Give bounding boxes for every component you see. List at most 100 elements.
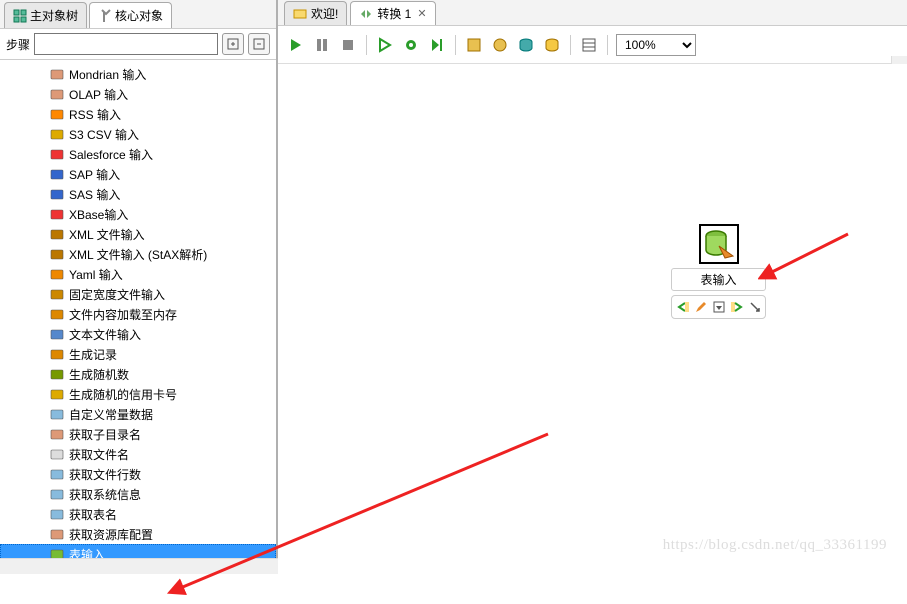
preview-button[interactable] xyxy=(375,35,395,55)
tree-item-label: Mondrian 输入 xyxy=(69,66,146,83)
wrench-icon xyxy=(98,9,112,23)
step-type-icon xyxy=(50,427,64,441)
explore-button[interactable] xyxy=(542,35,562,55)
tree-item[interactable]: S3 CSV 输入 xyxy=(0,124,276,144)
step-type-icon xyxy=(50,147,64,161)
step-type-icon xyxy=(50,527,64,541)
step-type-icon xyxy=(50,447,64,461)
tree-item-label: 获取文件名 xyxy=(69,446,129,463)
tree-item[interactable]: 获取文件名 xyxy=(0,444,276,464)
tree-item[interactable]: SAP 输入 xyxy=(0,164,276,184)
pause-button[interactable] xyxy=(312,35,332,55)
tree-item-label: 获取表名 xyxy=(69,506,117,523)
tree-item[interactable]: Yaml 输入 xyxy=(0,264,276,284)
tree-item-label: 文件内容加载至内存 xyxy=(69,306,177,323)
tree-item[interactable]: 获取子目录名 xyxy=(0,424,276,444)
show-results-button[interactable] xyxy=(579,35,599,55)
collapse-all-button[interactable] xyxy=(248,33,270,55)
watermark: https://blog.csdn.net/qq_33361199 xyxy=(663,537,887,554)
tree-item[interactable]: XML 文件输入 (StAX解析) xyxy=(0,244,276,264)
tree-item-label: SAS 输入 xyxy=(69,186,120,203)
tree-item[interactable]: 获取文件行数 xyxy=(0,464,276,484)
tree-item[interactable]: 自定义常量数据 xyxy=(0,404,276,424)
step-type-icon xyxy=(50,107,64,121)
tree-item-label: 生成随机的信用卡号 xyxy=(69,386,177,403)
step-type-icon xyxy=(50,87,64,101)
tree-item[interactable]: Mondrian 输入 xyxy=(0,64,276,84)
stop-button[interactable] xyxy=(338,35,358,55)
step-type-icon xyxy=(50,407,64,421)
tree-item[interactable]: Salesforce 输入 xyxy=(0,144,276,164)
tab-main-tree[interactable]: 主对象树 xyxy=(4,2,87,28)
tree-item-label: S3 CSV 输入 xyxy=(69,126,139,143)
object-tree[interactable]: Mondrian 输入 OLAP 输入RSS 输入 S3 CSV 输入Salesfo… xyxy=(0,60,276,574)
replay-button[interactable] xyxy=(427,35,447,55)
tree-item[interactable]: XBase输入 xyxy=(0,204,276,224)
search-label: 步骤 xyxy=(6,36,30,53)
tree-item-label: SAP 输入 xyxy=(69,166,120,183)
step-type-icon xyxy=(50,307,64,321)
tree-item-label: 生成记录 xyxy=(69,346,117,363)
tree-item-label: 获取资源库配置 xyxy=(69,526,153,543)
step-type-icon xyxy=(50,267,64,281)
transformation-canvas[interactable]: 表输入 https://blog.csdn.net/qq_33361199 xyxy=(278,64,907,574)
tab-welcome[interactable]: 欢迎! xyxy=(284,1,347,25)
tree-item[interactable]: 获取系统信息 xyxy=(0,484,276,504)
tree-item-label: 生成随机数 xyxy=(69,366,129,383)
tree-icon xyxy=(13,9,27,23)
expand-icon xyxy=(226,37,240,51)
search-row: 步骤 xyxy=(0,29,276,60)
zoom-select[interactable]: 100% xyxy=(616,34,696,56)
tree-item[interactable]: 生成记录 xyxy=(0,344,276,364)
step-type-icon xyxy=(50,207,64,221)
verify-button[interactable] xyxy=(464,35,484,55)
step-type-icon xyxy=(50,347,64,361)
tree-item[interactable]: XML 文件输入 xyxy=(0,224,276,244)
run-button[interactable] xyxy=(286,35,306,55)
step-type-icon xyxy=(50,247,64,261)
sql-button[interactable] xyxy=(516,35,536,55)
tree-item[interactable]: 文本文件输入 xyxy=(0,324,276,344)
tree-item[interactable]: 文件内容加载至内存 xyxy=(0,304,276,324)
annotation-arrow-1 xyxy=(758,224,858,284)
tree-item[interactable]: 生成随机数 xyxy=(0,364,276,384)
impact-button[interactable] xyxy=(490,35,510,55)
tab-transform-1[interactable]: 转换 1 ✕ xyxy=(350,1,435,25)
close-icon[interactable]: ✕ xyxy=(417,7,426,20)
step-output-button[interactable] xyxy=(729,299,744,315)
separator xyxy=(607,35,608,55)
step-type-icon xyxy=(50,387,64,401)
step-type-icon xyxy=(50,507,64,521)
tab-core-objects-label: 核心对象 xyxy=(115,7,163,24)
tree-item[interactable]: SAS 输入 xyxy=(0,184,276,204)
tree-item[interactable]: 获取资源库配置 xyxy=(0,524,276,544)
step-menu-button[interactable] xyxy=(711,299,726,315)
tree-item-label: 获取系统信息 xyxy=(69,486,141,503)
tree-item[interactable]: OLAP 输入 xyxy=(0,84,276,104)
step-type-icon xyxy=(50,167,64,181)
step-node-table-input[interactable]: 表输入 xyxy=(671,224,766,319)
debug-button[interactable] xyxy=(401,35,421,55)
step-type-icon xyxy=(50,287,64,301)
separator xyxy=(570,35,571,55)
left-tabs: 主对象树 核心对象 xyxy=(0,0,276,29)
tree-item-label: OLAP 输入 xyxy=(69,86,128,103)
step-inject-button[interactable] xyxy=(747,299,762,315)
tree-item[interactable]: 获取表名 xyxy=(0,504,276,524)
separator xyxy=(366,35,367,55)
search-input[interactable] xyxy=(34,33,218,55)
tree-item-label: 获取子目录名 xyxy=(69,426,141,443)
step-edit-button[interactable] xyxy=(693,299,708,315)
step-input-button[interactable] xyxy=(675,299,690,315)
step-type-icon xyxy=(50,127,64,141)
welcome-icon xyxy=(293,7,307,21)
tab-core-objects[interactable]: 核心对象 xyxy=(89,2,172,28)
tree-item-label: XML 文件输入 (StAX解析) xyxy=(69,246,207,263)
tree-item-label: Yaml 输入 xyxy=(69,266,123,283)
tree-item[interactable]: 生成随机的信用卡号 xyxy=(0,384,276,404)
tree-item-label: 文本文件输入 xyxy=(69,326,141,343)
separator xyxy=(455,35,456,55)
tree-item[interactable]: 固定宽度文件输入 xyxy=(0,284,276,304)
expand-all-button[interactable] xyxy=(222,33,244,55)
tree-item[interactable]: RSS 输入 xyxy=(0,104,276,124)
